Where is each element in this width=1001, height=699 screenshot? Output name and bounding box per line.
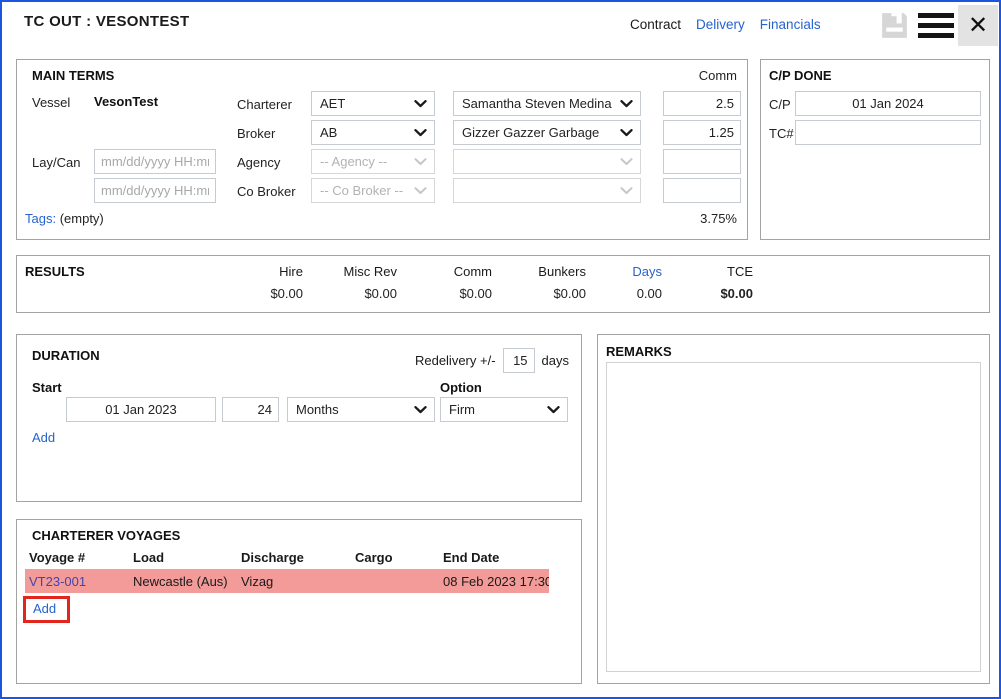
cp-date-input[interactable] (795, 91, 981, 116)
chevron-down-icon (547, 406, 560, 414)
menu-icon (918, 13, 954, 18)
menu-button[interactable] (914, 5, 958, 45)
remarks-title: REMARKS (606, 344, 672, 359)
start-label: Start (32, 380, 62, 395)
save-button[interactable] (874, 5, 914, 45)
chevron-down-icon (620, 100, 633, 108)
duration-section: DURATION Redelivery +/- days Start Optio… (16, 334, 582, 502)
voyages-header-row: Voyage # Load Discharge Cargo End Date (29, 550, 569, 565)
results-col-tce: TCE $0.00 (662, 264, 753, 301)
vessel-label: Vessel (32, 95, 70, 110)
chevron-down-icon (620, 187, 633, 195)
add-voyage-link[interactable]: Add (33, 601, 56, 616)
duration-title: DURATION (32, 348, 100, 363)
page-title: TC OUT : VESONTEST (24, 13, 189, 30)
broker-contact-select[interactable]: Gizzer Gazzer Garbage (453, 120, 641, 145)
co-broker-contact-select (453, 178, 641, 203)
laycan-label: Lay/Can (32, 155, 80, 170)
col-end-date: End Date (443, 550, 569, 565)
period-unit-select[interactable]: Months (287, 397, 435, 422)
tc-number-input[interactable] (795, 120, 981, 145)
chevron-down-icon (414, 100, 427, 108)
cp-label: C/P (769, 97, 791, 112)
add-voyage-annotation-box: Add (23, 596, 70, 623)
start-date-input[interactable] (66, 397, 216, 422)
voyage-table-row[interactable]: VT23-001 Newcastle (Aus) Vizag 08 Feb 20… (25, 569, 549, 593)
tab-contract[interactable]: Contract (630, 17, 681, 32)
col-discharge: Discharge (241, 550, 355, 565)
charterer-label: Charterer (237, 97, 292, 112)
results-col-comm: Comm $0.00 (397, 264, 492, 301)
results-title: RESULTS (25, 264, 85, 279)
results-col-days: Days 0.00 (586, 264, 662, 301)
tags-link[interactable]: Tags: (25, 211, 56, 226)
tc-number-label: TC# (769, 126, 794, 141)
redelivery-unit: days (542, 353, 569, 368)
remarks-textarea[interactable] (606, 362, 981, 672)
laycan-from-input[interactable] (94, 149, 216, 174)
tab-bar: Contract Delivery Financials (630, 17, 821, 32)
results-col-misc-rev: Misc Rev $0.00 (303, 264, 397, 301)
voyage-discharge: Vizag (241, 574, 355, 589)
results-col-hire: Hire $0.00 (217, 264, 303, 301)
chevron-down-icon (620, 158, 633, 166)
chevron-down-icon (414, 158, 427, 166)
remarks-section: REMARKS (597, 334, 990, 684)
option-select[interactable]: Firm (440, 397, 568, 422)
voyage-end-date: 08 Feb 2023 17:30 (443, 574, 549, 589)
voyage-number-link[interactable]: VT23-001 (29, 574, 133, 589)
col-voyage-number: Voyage # (29, 550, 133, 565)
agency-comm-input[interactable] (663, 149, 741, 174)
cp-done-title: C/P DONE (769, 68, 832, 83)
voyage-load: Newcastle (Aus) (133, 574, 241, 589)
redelivery-label: Redelivery +/- (415, 353, 496, 368)
tab-financials[interactable]: Financials (760, 17, 821, 32)
main-terms-section: MAIN TERMS Comm Vessel VesonTest Lay/Can… (16, 59, 748, 240)
laycan-to-input[interactable] (94, 178, 216, 203)
vessel-value: VesonTest (94, 94, 158, 109)
results-columns: Hire $0.00 Misc Rev $0.00 Comm $0.00 Bun… (217, 264, 753, 301)
chevron-down-icon (414, 187, 427, 195)
save-icon (878, 9, 911, 42)
results-col-bunkers: Bunkers $0.00 (492, 264, 586, 301)
tc-out-window: TC OUT : VESONTEST Contract Delivery Fin… (0, 0, 1001, 699)
period-value-input[interactable] (222, 397, 279, 422)
agency-label: Agency (237, 155, 280, 170)
agency-select: -- Agency -- (311, 149, 435, 174)
broker-label: Broker (237, 126, 275, 141)
main-terms-title: MAIN TERMS (32, 68, 114, 83)
charterer-voyages-section: CHARTERER VOYAGES Voyage # Load Discharg… (16, 519, 582, 684)
chevron-down-icon (620, 129, 633, 137)
close-button[interactable]: ✕ (958, 5, 998, 46)
tags-value: (empty) (60, 211, 104, 226)
charterer-select[interactable]: AET (311, 91, 435, 116)
broker-select[interactable]: AB (311, 120, 435, 145)
col-cargo: Cargo (355, 550, 443, 565)
broker-comm-input[interactable] (663, 120, 741, 145)
total-comm-value: 3.75% (700, 211, 737, 226)
charterer-comm-input[interactable] (663, 91, 741, 116)
charterer-voyages-title: CHARTERER VOYAGES (32, 528, 180, 543)
co-broker-select: -- Co Broker -- (311, 178, 435, 203)
cp-done-section: C/P DONE C/P TC# (760, 59, 990, 240)
comm-column-header: Comm (699, 68, 737, 83)
redelivery-group: Redelivery +/- days (415, 348, 569, 373)
window-toolbar: ✕ (874, 3, 998, 47)
co-broker-comm-input[interactable] (663, 178, 741, 203)
charterer-contact-select[interactable]: Samantha Steven Medina (453, 91, 641, 116)
redelivery-days-input[interactable] (503, 348, 535, 373)
option-label: Option (440, 380, 482, 395)
col-load: Load (133, 550, 241, 565)
duration-add-link[interactable]: Add (32, 430, 55, 445)
co-broker-label: Co Broker (237, 184, 296, 199)
chevron-down-icon (414, 406, 427, 414)
days-link[interactable]: Days (632, 264, 662, 279)
close-icon: ✕ (968, 11, 988, 40)
chevron-down-icon (414, 129, 427, 137)
agency-contact-select (453, 149, 641, 174)
tab-delivery[interactable]: Delivery (696, 17, 745, 32)
results-section: RESULTS Hire $0.00 Misc Rev $0.00 Comm $… (16, 255, 990, 313)
